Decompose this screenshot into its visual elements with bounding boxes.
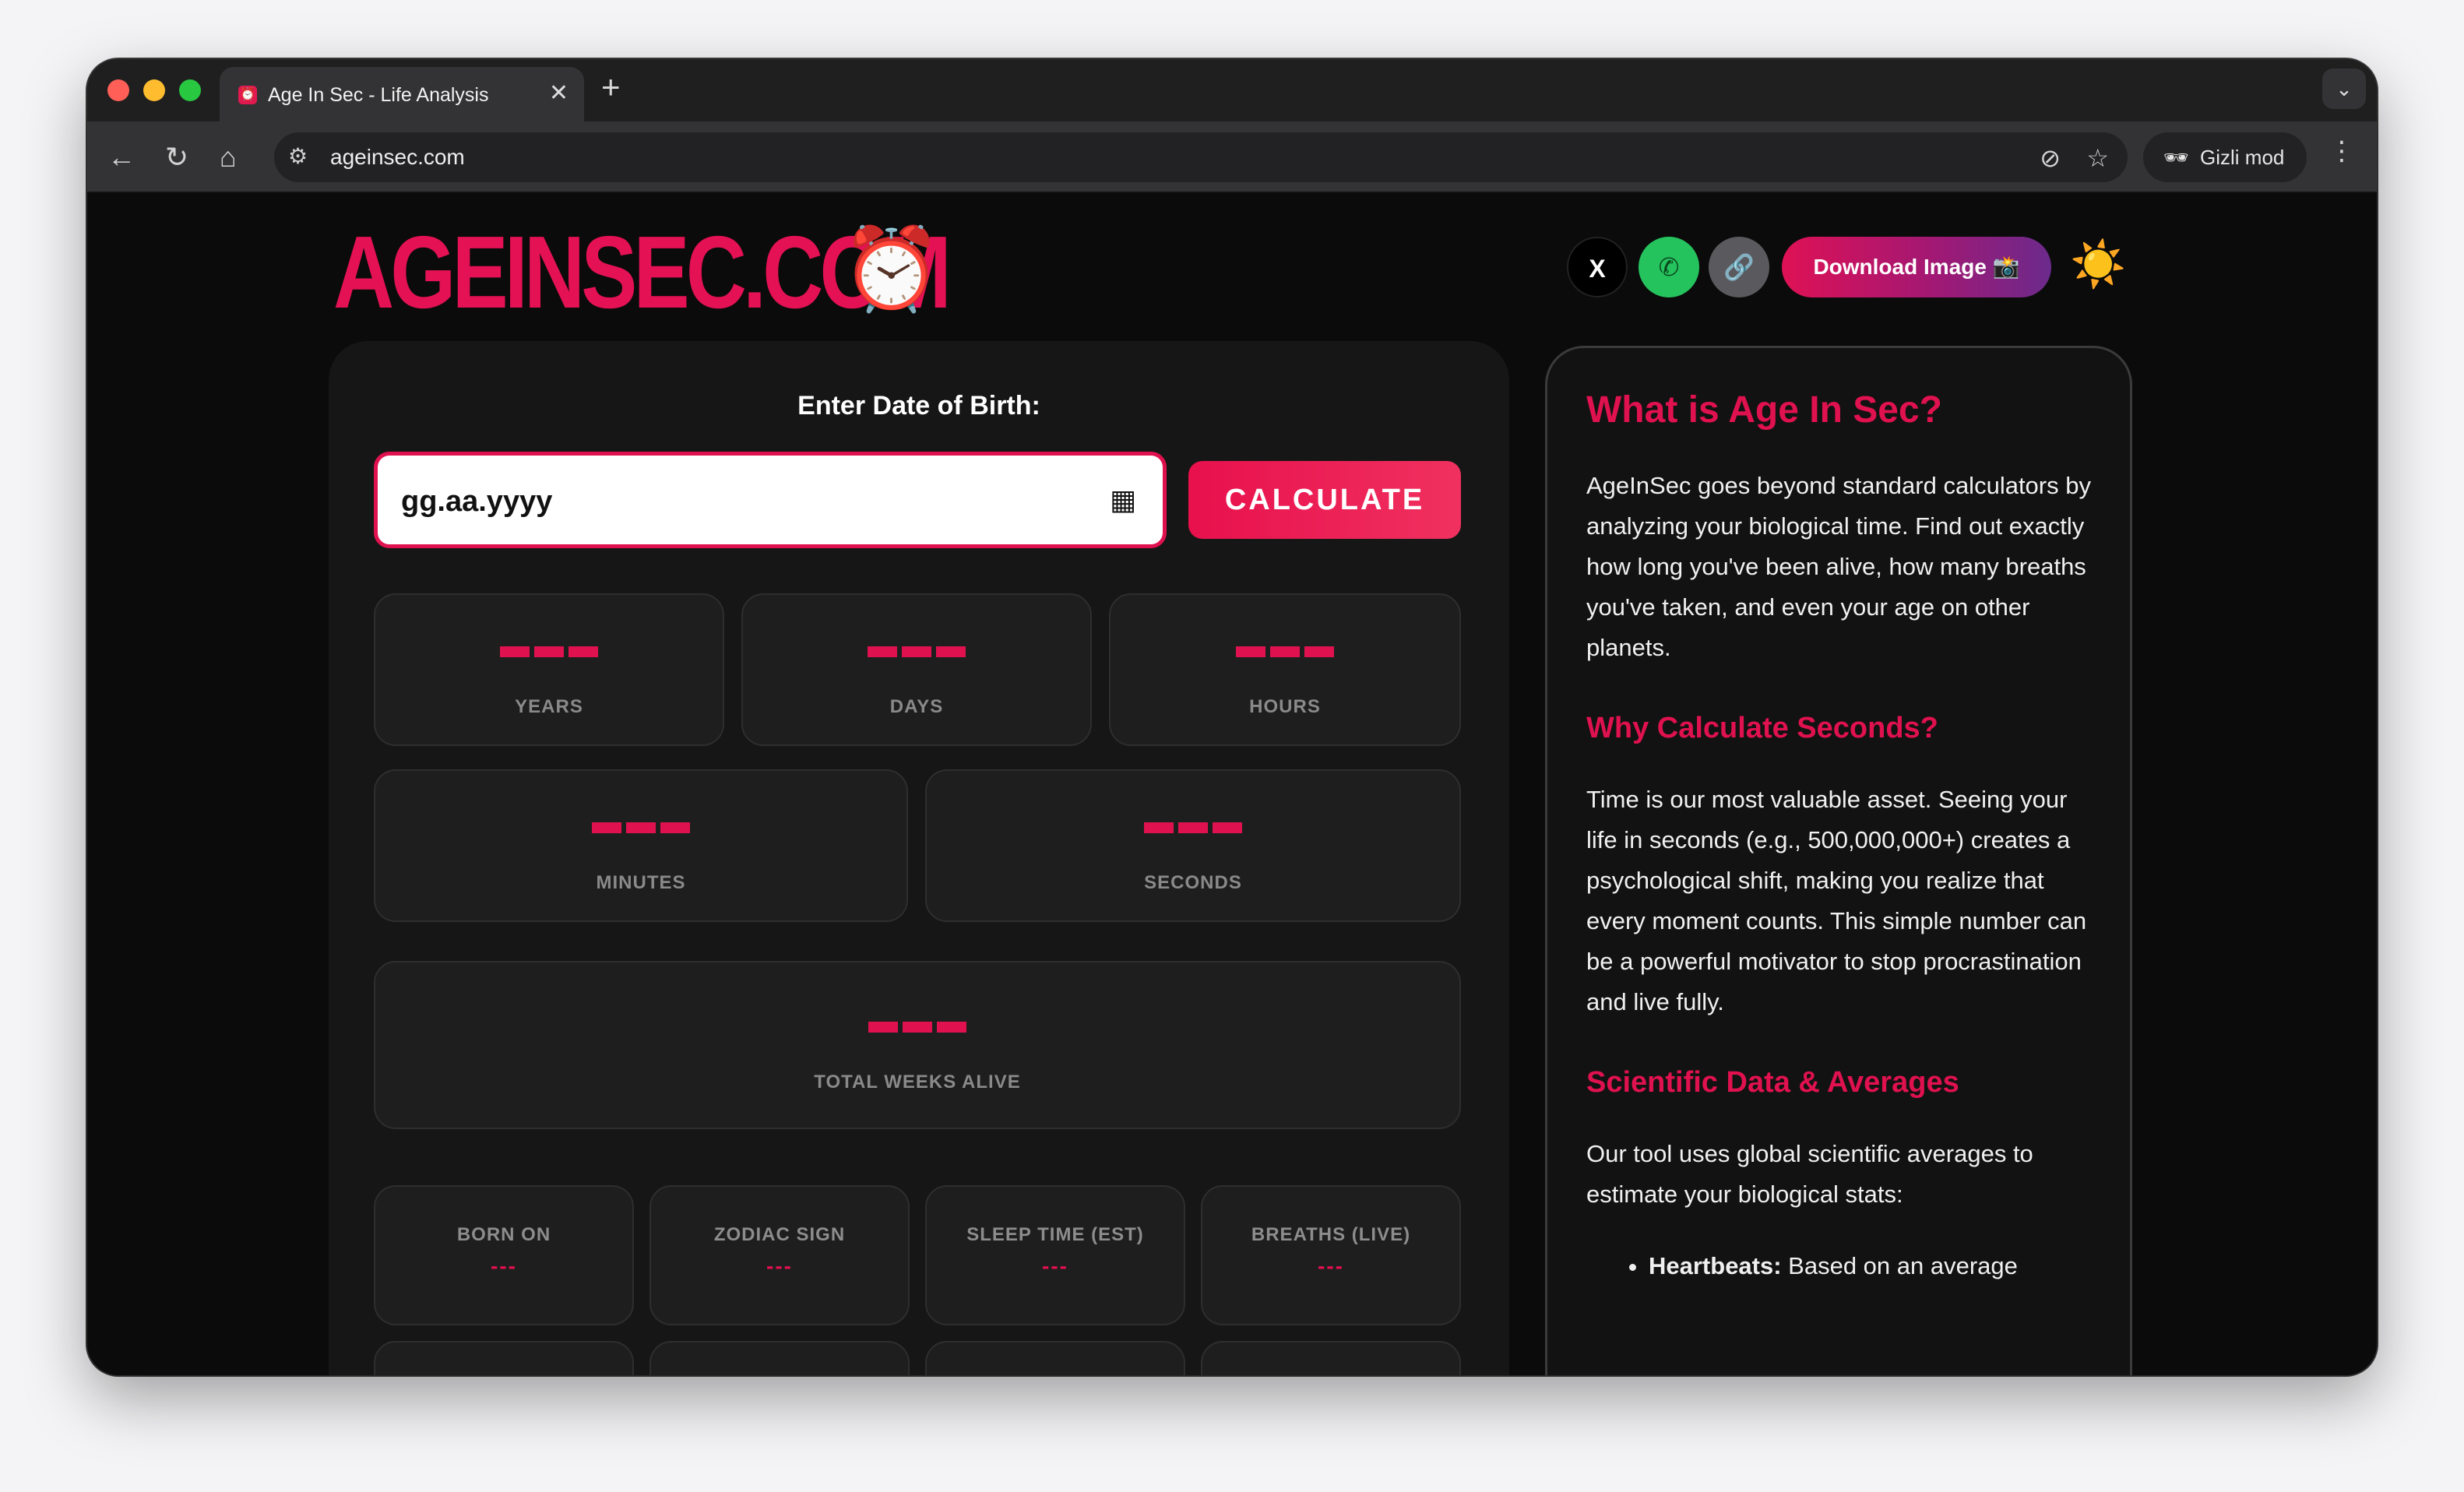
stat-placeholder-dashes [1111,646,1459,661]
info-intro: AgeInSec goes beyond standard calculator… [1586,472,2091,661]
browser-window: ⏰ Age In Sec - Life Analysis ✕ + ⌄ ← ↻ ⌂… [87,59,2377,1375]
clock-favicon-icon: ⏰ [238,86,257,104]
tab-close-icon[interactable]: ✕ [549,79,568,107]
stat-card-total-weeks: TOTAL WEEKS ALIVE [374,961,1461,1129]
mini-card-partial [1201,1341,1461,1375]
eye-slash-icon[interactable]: ⊘ [2040,143,2061,173]
minimize-window-button[interactable] [143,79,165,101]
stat-label: YEARS [515,696,583,717]
date-placeholder[interactable]: gg.aa.yyyy [401,485,552,519]
stat-placeholder-dashes [743,646,1090,661]
stat-card-seconds: SECONDS [925,769,1461,922]
mini-card-born-on: BORN ON --- [374,1185,634,1325]
address-bar[interactable]: ⚙ ageinsec.com ⊘ ☆ [274,132,2128,182]
stat-label: MINUTES [596,872,686,893]
date-of-birth-input[interactable]: gg.aa.yyyy ▦ [374,452,1167,548]
mini-card-zodiac: ZODIAC SIGN --- [649,1185,910,1325]
tab-title: Age In Sec - Life Analysis [268,84,489,106]
mini-value: --- [491,1254,517,1278]
science-text: Our tool uses global scientific averages… [1586,1140,2033,1208]
mini-card-partial [374,1341,634,1375]
incognito-icon: 🕶 [2163,146,2190,169]
maximize-window-button[interactable] [179,79,201,101]
info-panel: What is Age In Sec? AgeInSec goes beyond… [1545,346,2132,1375]
list-term: Heartbeats: [1649,1252,1782,1279]
why-title: Why Calculate Seconds? [1586,712,1938,744]
site-settings-icon[interactable]: ⚙ [288,143,308,169]
tab-bar: ⏰ Age In Sec - Life Analysis ✕ + ⌄ [87,59,2377,121]
calendar-icon[interactable]: ▦ [1110,484,1136,516]
link-copy-button[interactable]: 🔗 [1709,237,1769,297]
url-text[interactable]: ageinsec.com [330,145,465,170]
stat-card-days: DAYS [741,593,1092,746]
stat-placeholder-dashes [927,822,1459,837]
stat-label: TOTAL WEEKS ALIVE [814,1071,1021,1093]
stat-label: HOURS [1249,696,1321,717]
dob-label: Enter Date of Birth: [797,391,1040,421]
mini-label: ZODIAC SIGN [713,1224,846,1245]
list-item: Heartbeats: Based on an average [1649,1246,2091,1286]
mini-value: --- [766,1254,793,1278]
mini-label: SLEEP TIME (EST) [966,1224,1144,1245]
tab-search-chevron-icon[interactable]: ⌄ [2322,69,2366,109]
page-viewport: AGEINSEC.COM ⏰ X ✆ 🔗 Download Image 📸 ☀️… [87,193,2377,1375]
stat-placeholder-dashes [375,822,906,837]
stat-label: DAYS [889,696,944,717]
mini-value: --- [1042,1254,1068,1278]
alarm-clock-icon: ⏰ [841,224,942,315]
science-list: Heartbeats: Based on an average [1586,1246,2091,1286]
mini-value: --- [1318,1254,1344,1278]
why-text: Time is our most valuable asset. Seeing … [1586,786,2087,1015]
back-arrow-icon[interactable]: ← [107,137,136,178]
mini-card-sleep-time: SLEEP TIME (EST) --- [925,1185,1185,1325]
stat-card-years: YEARS [374,593,724,746]
science-title: Scientific Data & Averages [1586,1066,1959,1099]
new-tab-button[interactable]: + [601,69,621,106]
x-share-button[interactable]: X [1567,237,1628,297]
stat-card-hours: HOURS [1109,593,1461,746]
mini-card-breaths: BREATHS (LIVE) --- [1201,1185,1461,1325]
mini-label: BREATHS (LIVE) [1251,1224,1411,1245]
stat-card-minutes: MINUTES [374,769,908,922]
mini-label: BORN ON [456,1224,551,1245]
stat-placeholder-dashes [375,646,723,661]
bookmark-star-icon[interactable]: ☆ [2086,143,2109,173]
mini-card-partial [925,1341,1185,1375]
info-title: What is Age In Sec? [1586,389,1942,431]
sun-theme-icon[interactable]: ☀️ [2070,238,2126,291]
incognito-label: Gizli mod [2200,146,2285,169]
home-icon[interactable]: ⌂ [220,137,237,178]
download-image-button[interactable]: Download Image 📸 [1782,237,2051,297]
mini-card-partial [649,1341,910,1375]
tab-age-in-sec[interactable]: ⏰ Age In Sec - Life Analysis ✕ [220,67,584,121]
phone-share-button[interactable]: ✆ [1639,237,1699,297]
incognito-indicator[interactable]: 🕶 Gizli mod [2143,132,2307,182]
stat-placeholder-dashes [375,1022,1459,1036]
reload-icon[interactable]: ↻ [165,137,188,178]
stat-label: SECONDS [1144,872,1242,893]
close-window-button[interactable] [107,79,129,101]
list-text: Based on an average [1781,1252,2018,1279]
calculator-panel: Enter Date of Birth: gg.aa.yyyy ▦ CALCUL… [329,341,1509,1375]
browser-toolbar: ← ↻ ⌂ ⚙ ageinsec.com ⊘ ☆ 🕶 Gizli mod ⋮ [87,121,2377,193]
calculate-button[interactable]: CALCULATE [1188,461,1461,539]
more-menu-icon[interactable]: ⋮ [2328,135,2355,167]
